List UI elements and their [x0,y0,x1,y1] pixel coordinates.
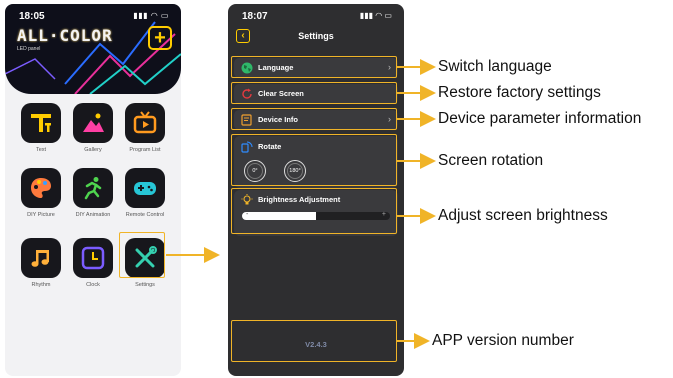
callout-clear-screen: Restore factory settings [438,84,601,101]
callout-rotate: Screen rotation [438,152,544,169]
callout-arrows [166,59,436,349]
callout-version: APP version number [432,332,574,349]
callout-language: Switch language [438,58,552,75]
callout-brightness: Adjust screen brightness [438,207,608,224]
callout-device-info: Device parameter information [438,110,642,127]
